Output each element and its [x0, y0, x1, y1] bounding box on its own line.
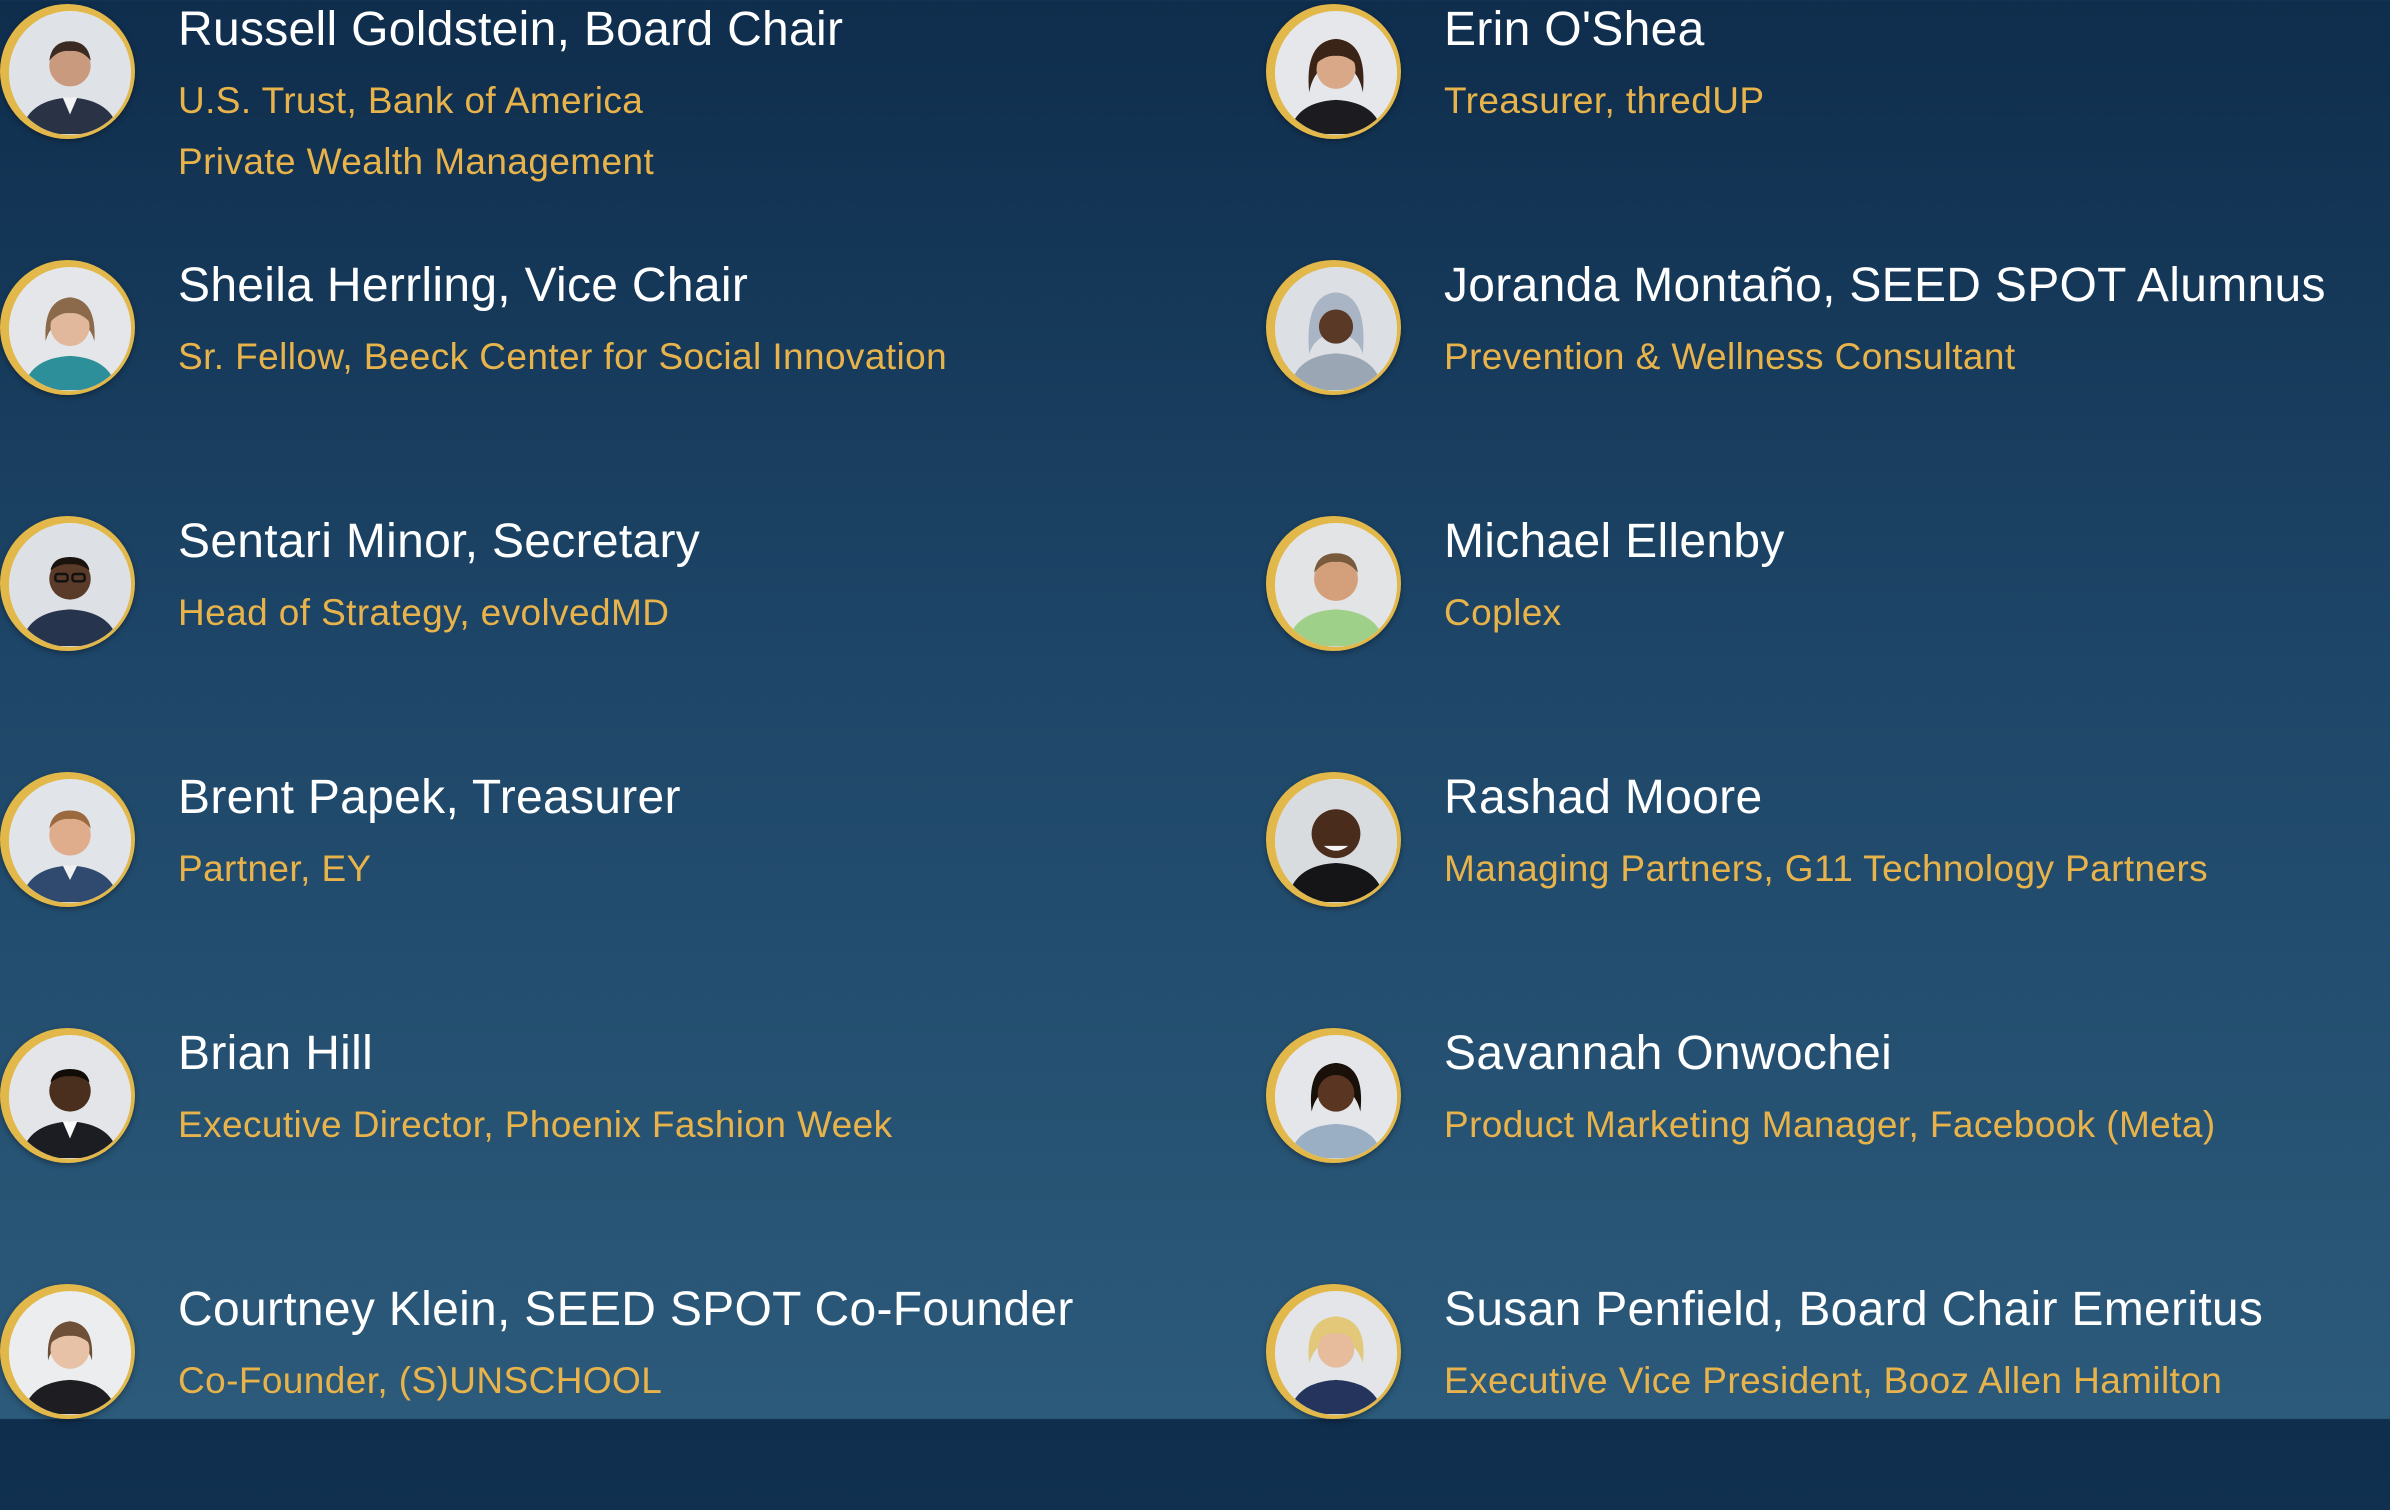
avatar [1266, 1028, 1401, 1163]
member-savannah-onwochei: Savannah Onwochei Product Marketing Mana… [1266, 1024, 2390, 1254]
member-name: Courtney Klein, SEED SPOT Co-Founder [178, 1283, 1074, 1336]
member-joranda-montano: Joranda Montaño, SEED SPOT Alumnus Preve… [1266, 256, 2390, 486]
avatar [1266, 772, 1401, 907]
portrait-photo [1275, 1035, 1397, 1159]
portrait-photo [9, 523, 131, 647]
avatar [1266, 1284, 1401, 1419]
member-role-line-1: Product Marketing Manager, Facebook (Met… [1444, 1104, 2216, 1145]
avatar [0, 772, 135, 907]
member-brent-papek: Brent Papek, Treasurer Partner, EY [0, 768, 1200, 998]
avatar [0, 1284, 135, 1419]
member-role-line-1: Head of Strategy, evolvedMD [178, 592, 670, 633]
portrait-photo [1275, 11, 1397, 135]
member-name: Savannah Onwochei [1444, 1027, 1893, 1080]
member-name: Michael Ellenby [1444, 515, 1785, 568]
portrait-photo [1275, 523, 1397, 647]
member-role-line-1: Sr. Fellow, Beeck Center for Social Inno… [178, 336, 948, 377]
portrait-photo [9, 1291, 131, 1415]
member-courtney-klein: Courtney Klein, SEED SPOT Co-Founder Co-… [0, 1280, 1200, 1510]
portrait-photo [9, 11, 131, 135]
member-role-line-1: Co-Founder, (S)UNSCHOOL [178, 1360, 663, 1401]
avatar [1266, 260, 1401, 395]
member-name: Susan Penfield, Board Chair Emeritus [1444, 1283, 2264, 1336]
portrait-photo [1275, 779, 1397, 903]
board-members-grid: Russell Goldstein, Board Chair U.S. Trus… [0, 0, 2390, 1419]
member-role-line-1: Executive Director, Phoenix Fashion Week [178, 1104, 893, 1145]
member-name: Erin O'Shea [1444, 3, 1705, 56]
portrait-photo [9, 1035, 131, 1159]
member-name: Sheila Herrling, Vice Chair [178, 259, 749, 312]
member-name: Sentari Minor, Secretary [178, 515, 701, 568]
avatar [0, 1028, 135, 1163]
member-brian-hill: Brian Hill Executive Director, Phoenix F… [0, 1024, 1200, 1254]
member-name: Brian Hill [178, 1027, 374, 1080]
member-name: Brent Papek, Treasurer [178, 771, 681, 824]
avatar [0, 260, 135, 395]
member-michael-ellenby: Michael Ellenby Coplex [1266, 512, 2390, 742]
member-role-line-1: Treasurer, thredUP [1444, 80, 1765, 121]
avatar [1266, 4, 1401, 139]
portrait-photo [9, 267, 131, 391]
portrait-photo [1275, 267, 1397, 391]
member-role-line-1: Partner, EY [178, 848, 372, 889]
member-susan-penfield: Susan Penfield, Board Chair Emeritus Exe… [1266, 1280, 2390, 1510]
avatar [1266, 516, 1401, 651]
member-role-line-1: Executive Vice President, Booz Allen Ham… [1444, 1360, 2223, 1401]
member-role-line-2: Private Wealth Management [178, 141, 655, 182]
avatar [0, 516, 135, 651]
member-role-line-1: Coplex [1444, 592, 1562, 633]
portrait-photo [1275, 1291, 1397, 1415]
member-rashad-moore: Rashad Moore Managing Partners, G11 Tech… [1266, 768, 2390, 998]
avatar [0, 4, 135, 139]
member-russell-goldstein: Russell Goldstein, Board Chair U.S. Trus… [0, 0, 1200, 230]
portrait-photo [9, 779, 131, 903]
member-role-line-1: Managing Partners, G11 Technology Partne… [1444, 848, 2209, 889]
member-sentari-minor: Sentari Minor, Secretary Head of Strateg… [0, 512, 1200, 742]
member-name: Joranda Montaño, SEED SPOT Alumnus [1444, 259, 2326, 312]
member-erin-oshea: Erin O'Shea Treasurer, thredUP [1266, 0, 2390, 230]
member-role-line-1: U.S. Trust, Bank of America [178, 80, 644, 121]
member-name: Russell Goldstein, Board Chair [178, 3, 844, 56]
member-sheila-herrling: Sheila Herrling, Vice Chair Sr. Fellow, … [0, 256, 1200, 486]
member-role-line-1: Prevention & Wellness Consultant [1444, 336, 2016, 377]
member-name: Rashad Moore [1444, 771, 1763, 824]
